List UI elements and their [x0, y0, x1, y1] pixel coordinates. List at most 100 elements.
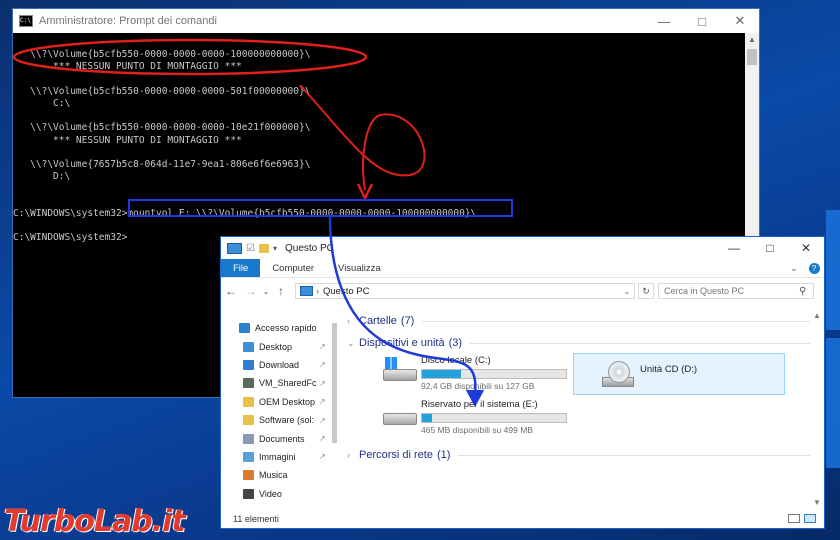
chevron-right-icon[interactable]: ›: [347, 316, 359, 326]
chevron-down-icon[interactable]: ⌄: [347, 338, 359, 349]
breadcrumb-separator-icon[interactable]: ›: [316, 286, 319, 296]
cmd-line: [13, 195, 745, 207]
desktop-decoration: [826, 210, 840, 330]
cmd-line: [13, 37, 745, 49]
cmd-line: [13, 74, 745, 86]
refresh-button[interactable]: ↻: [638, 283, 654, 299]
pin-icon[interactable]: ↗: [319, 379, 326, 388]
navigation-pane-scrollbar[interactable]: [329, 319, 339, 507]
cmd-line: *** NESSUN PUNTO DI MONTAGGIO ***: [13, 134, 242, 146]
scroll-thumb[interactable]: [332, 323, 337, 443]
cmd-title: Amministratore: Prompt dei comandi: [39, 15, 217, 27]
sidebar-item[interactable]: Software (sol: ↗: [221, 411, 343, 429]
minimize-button[interactable]: —: [716, 241, 752, 255]
scroll-up-icon[interactable]: ▲: [745, 33, 759, 47]
maximize-button[interactable]: □: [752, 241, 788, 255]
chevron-right-icon[interactable]: ›: [347, 450, 359, 460]
content-scrollbar[interactable]: ▲ ▼: [812, 311, 822, 507]
help-icon[interactable]: ?: [804, 259, 824, 277]
desktop-icon: [243, 341, 254, 352]
drive-item[interactable]: Riservato per il sistema (E:) 465 MB dis…: [381, 399, 567, 435]
music-icon: [243, 470, 254, 481]
sidebar-item[interactable]: Download ↗: [221, 356, 343, 374]
group-header-folders[interactable]: › Cartelle (7): [347, 311, 810, 331]
pin-icon[interactable]: ↗: [319, 342, 326, 351]
drive-usage-fill: [422, 370, 461, 378]
close-button[interactable]: ✕: [788, 241, 824, 255]
drive-free-space: 92,4 GB disponibili su 127 GB: [421, 381, 535, 391]
scroll-thumb[interactable]: [747, 49, 757, 65]
sidebar-item-label: Musica: [259, 470, 288, 481]
status-bar-item-count: 11 elementi: [233, 514, 279, 524]
cmd-line: [13, 220, 745, 232]
navigation-bar: ← → ⌄ ↑ › Questo PC ⌄ ↻ ⚲: [221, 278, 824, 304]
forward-button[interactable]: →: [241, 284, 261, 298]
address-value[interactable]: Questo PC: [323, 286, 620, 297]
cmd-icon: C:\: [19, 15, 33, 27]
sidebar-item[interactable]: VM_SharedFc ↗: [221, 374, 343, 392]
drive-usage-bar: [421, 413, 567, 423]
group-label: Percorsi di rete: [359, 449, 433, 461]
address-dropdown-icon[interactable]: ⌄: [620, 287, 634, 296]
view-switcher: [788, 514, 816, 523]
sidebar-item[interactable]: Documents ↗: [221, 429, 343, 447]
sidebar-item-label: Immagini: [259, 451, 296, 462]
cmd-line: [13, 110, 745, 122]
navigation-pane: Accesso rapido Desktop ↗ Download ↗ VM_Shared…: [221, 319, 343, 507]
pin-icon[interactable]: ↗: [319, 434, 326, 443]
search-icon[interactable]: ⚲: [799, 286, 813, 297]
cmd-line: D:\: [13, 171, 71, 183]
expand-ribbon-icon[interactable]: ⌄: [784, 259, 804, 277]
content-pane: › Cartelle (7) ⌄ Dispositivi e unità (3)…: [347, 311, 810, 507]
group-label: Dispositivi e unità: [359, 337, 445, 349]
sidebar-item[interactable]: Desktop ↗: [221, 337, 343, 355]
sidebar-item[interactable]: Accesso rapido: [221, 319, 343, 337]
explorer-title: Questo PC: [284, 242, 334, 254]
sidebar-item-label: Software (sol:: [259, 415, 315, 426]
search-input[interactable]: [659, 285, 799, 297]
up-button[interactable]: ↑: [271, 284, 291, 298]
cmd-line: *** NESSUN PUNTO DI MONTAGGIO ***: [13, 61, 242, 73]
sidebar-item[interactable]: OEM Desktop ↗: [221, 393, 343, 411]
star-icon: [239, 323, 250, 334]
computer-icon: [300, 286, 313, 296]
video-icon: [243, 488, 254, 499]
minimize-button[interactable]: —: [645, 14, 683, 29]
cd-drive-icon: [602, 361, 634, 387]
maximize-button[interactable]: □: [683, 14, 721, 29]
cmd-titlebar[interactable]: C:\ Amministratore: Prompt dei comandi —…: [13, 9, 759, 33]
sidebar-item[interactable]: Video: [221, 485, 343, 503]
properties-icon[interactable]: ☑: [246, 243, 255, 254]
sidebar-item[interactable]: Immagini ↗: [221, 448, 343, 466]
tab-computer[interactable]: Computer: [260, 259, 326, 277]
close-button[interactable]: ✕: [721, 13, 759, 29]
large-icons-view-icon[interactable]: [804, 514, 816, 523]
back-button[interactable]: ←: [221, 284, 241, 298]
sidebar-item[interactable]: Musica: [221, 466, 343, 484]
new-folder-icon[interactable]: [258, 243, 269, 253]
tab-file[interactable]: File: [221, 259, 261, 277]
pin-icon[interactable]: ↗: [319, 416, 326, 425]
drive-usage-fill: [422, 414, 433, 422]
recent-locations-button[interactable]: ⌄: [261, 287, 271, 296]
group-header-devices[interactable]: ⌄ Dispositivi e unità (3): [347, 333, 810, 353]
drive-item[interactable]: Disco locale (C:) 92,4 GB disponibili su…: [381, 355, 567, 391]
search-box[interactable]: ⚲: [658, 283, 814, 299]
customize-toolbar-icon[interactable]: ▾: [273, 244, 277, 253]
explorer-window[interactable]: ☑ ▾ Questo PC — □ ✕ File Computer Visual…: [220, 236, 825, 529]
scroll-up-icon[interactable]: ▲: [812, 311, 822, 320]
details-view-icon[interactable]: [788, 514, 800, 523]
scroll-down-icon[interactable]: ▼: [812, 498, 822, 507]
pin-icon[interactable]: ↗: [319, 360, 326, 369]
group-header-network[interactable]: › Percorsi di rete (1): [347, 445, 810, 465]
pin-icon[interactable]: ↗: [319, 452, 326, 461]
explorer-titlebar[interactable]: ☑ ▾ Questo PC — □ ✕: [221, 237, 824, 259]
desktop-decoration: [826, 338, 840, 468]
tab-view[interactable]: Visualizza: [326, 259, 393, 277]
documents-icon: [243, 433, 254, 444]
drive-item-cd[interactable]: Unità CD (D:): [573, 353, 785, 395]
cmd-line: C:\: [13, 97, 71, 109]
drive-name: Disco locale (C:): [421, 355, 491, 366]
pin-icon[interactable]: ↗: [319, 397, 326, 406]
address-bar[interactable]: › Questo PC ⌄: [295, 283, 635, 299]
